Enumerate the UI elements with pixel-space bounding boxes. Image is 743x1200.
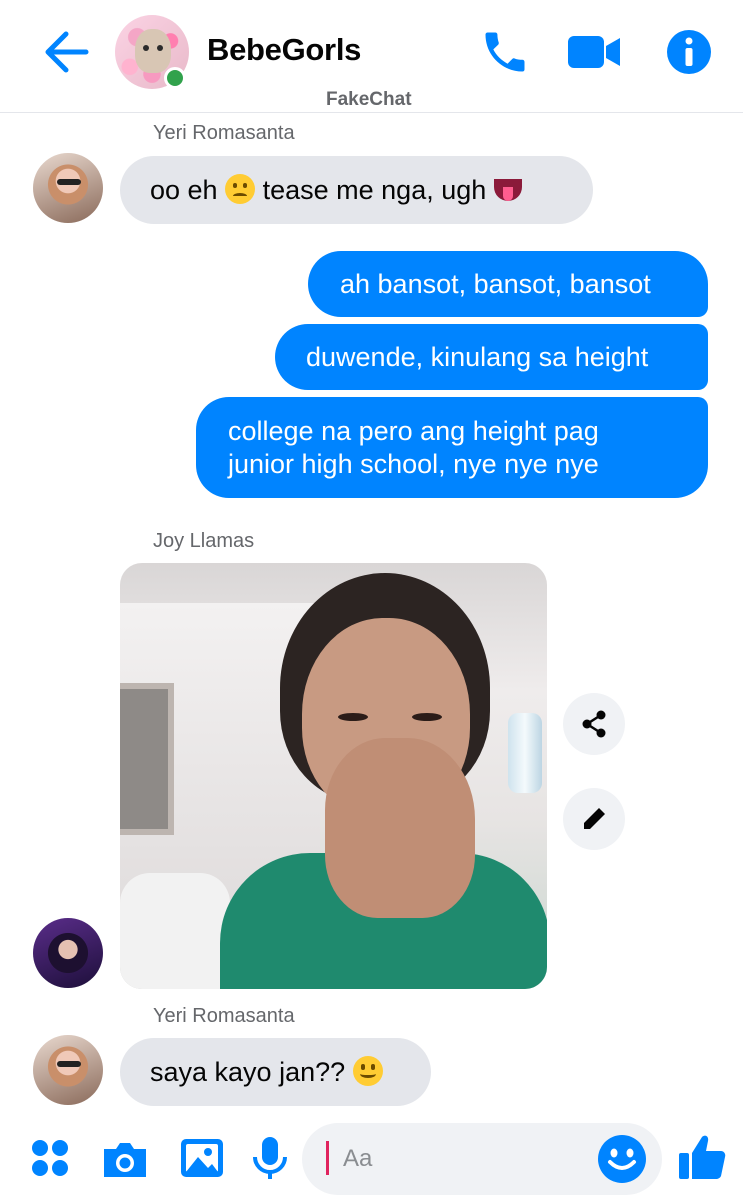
sender-name: Joy Llamas [153,530,255,552]
watermark: FakeChat [326,89,412,110]
confused-face-emoji-icon [225,174,256,204]
apps-grid-icon[interactable] [28,1135,78,1185]
message-bubble[interactable]: saya kayo jan?? [120,1038,431,1106]
message-text: tease me nga, ugh [262,175,487,205]
share-icon[interactable] [563,693,625,755]
thumbs-up-icon[interactable] [676,1131,728,1183]
message-bubble[interactable]: duwende, kinulang sa height [275,324,708,390]
tongue-emoji-icon [493,179,522,201]
microphone-icon[interactable] [245,1133,295,1183]
gallery-icon[interactable] [178,1133,228,1183]
avatar[interactable] [33,918,103,988]
message-bubble[interactable]: college na pero ang height pag junior hi… [196,397,708,498]
message-text-line: junior high school, nye nye nye [228,449,599,479]
message-bubble[interactable]: ah bansot, bansot, bansot [308,251,708,317]
photo-attachment[interactable] [120,563,547,989]
message-bubble[interactable]: oo eh tease me nga, ugh [120,156,593,224]
chat-title[interactable]: BebeGorls [207,32,361,68]
message-text-line: college na pero ang height pag [228,416,599,446]
video-camera-icon[interactable] [566,32,622,72]
message-text: ah bansot, bansot, bansot [340,269,651,299]
camera-icon[interactable] [100,1135,150,1185]
text-cursor [326,1141,329,1175]
phone-icon[interactable] [479,26,531,78]
message-input[interactable] [337,1134,583,1184]
message-text: duwende, kinulang sa height [306,342,649,372]
avatar[interactable] [33,1035,103,1105]
info-icon[interactable] [665,28,713,76]
online-indicator [164,67,186,89]
pencil-icon[interactable] [563,788,625,850]
smiling-face-emoji-icon [352,1056,383,1086]
back-arrow-icon[interactable] [40,28,90,76]
message-text: oo eh [150,175,218,205]
message-text: saya kayo jan?? [150,1057,346,1087]
sender-name: Yeri Romasanta [153,122,295,144]
sender-name: Yeri Romasanta [153,1005,295,1027]
emoji-icon[interactable] [596,1133,648,1185]
avatar[interactable] [33,153,103,223]
